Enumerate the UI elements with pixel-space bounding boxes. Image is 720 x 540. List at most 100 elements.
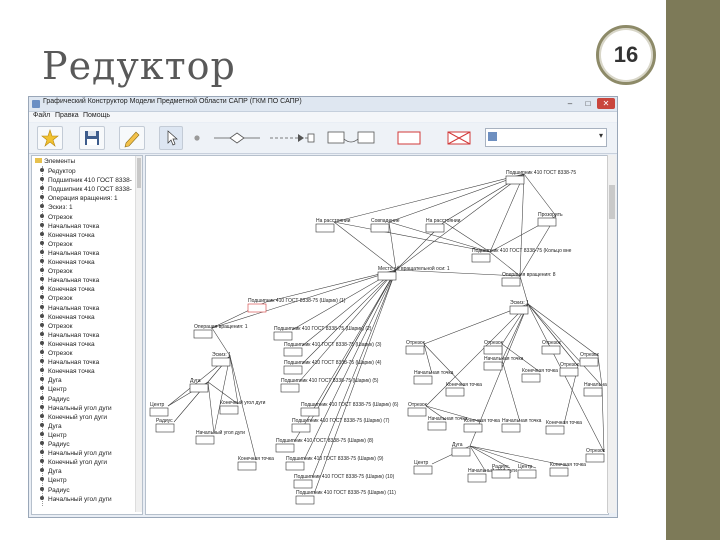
diagram-node-box[interactable] (559, 367, 579, 377)
diagram-node[interactable]: Конечная точка (521, 368, 558, 383)
tree-item[interactable]: Начальная точка (40, 359, 99, 368)
diagram-node[interactable]: Центр (149, 402, 169, 417)
tree-item[interactable]: Начальный угол дуги (40, 495, 112, 505)
diagram-connector[interactable] (213, 355, 231, 435)
tree-item[interactable]: Начальная точка (40, 331, 99, 341)
tree-scrollbar[interactable] (135, 156, 142, 512)
diagram-node[interactable]: На расстоянии (425, 218, 461, 233)
diagram-node-box[interactable] (471, 253, 491, 263)
tree-item[interactable]: Начальная точка (40, 304, 99, 314)
diagram-connector[interactable] (523, 173, 557, 217)
diagram-node[interactable]: Отрезок (483, 340, 504, 355)
diagram-node[interactable]: Подшипник 410 ГОСТ 8338-75 (Шарик) (8) (275, 438, 374, 453)
diagram-node[interactable]: Подшипник 410 ГОСТ 8338-75 (Шарик) (4) (283, 360, 382, 375)
diagram-node[interactable]: Прозорить (537, 212, 563, 227)
shape-connector-button[interactable] (325, 126, 379, 150)
tree-item[interactable]: Начальный угол дуги (40, 450, 112, 459)
diagram-node-box[interactable] (537, 217, 557, 227)
diagram-node-box[interactable] (275, 443, 295, 453)
close-button[interactable]: ✕ (597, 98, 615, 109)
diagram-node[interactable]: Операция вращения: 8 (501, 272, 556, 287)
tree-item[interactable]: Конечная точка (40, 340, 95, 350)
diagram-node-box[interactable] (451, 447, 471, 457)
diagram-node-box[interactable] (195, 435, 215, 445)
dot-button[interactable] (185, 126, 209, 150)
maximize-button[interactable]: □ (581, 98, 595, 109)
diagram-node-box[interactable] (155, 423, 175, 433)
diagram-node-box[interactable] (273, 331, 293, 341)
diagram-connector[interactable] (425, 303, 529, 407)
diagram-node-box[interactable] (509, 305, 529, 315)
diagram-node[interactable]: Центр (413, 460, 433, 475)
diagram-node-box[interactable] (483, 361, 503, 371)
diagram-node[interactable]: Место об вращательной оси: 1 (377, 265, 450, 281)
diagram-node-box[interactable] (405, 345, 425, 355)
diagram-node[interactable]: Операция вращения: 1 (193, 324, 248, 339)
diagram-node-box[interactable] (295, 495, 315, 505)
diagram-node-box[interactable] (189, 383, 209, 393)
diagram-node[interactable]: Радиус (155, 418, 175, 433)
diagram-node-box[interactable] (377, 271, 397, 281)
diagram-node[interactable]: Конечная точка (237, 456, 274, 471)
diagram-node[interactable]: Подшипник 410 ГОСТ 8338-75 (Шарик) (10) (293, 474, 395, 489)
minimize-button[interactable]: – (563, 98, 577, 109)
diagram-node[interactable]: Конечная точка (445, 382, 482, 397)
diagram-node[interactable]: Центр (517, 464, 537, 479)
diagram-connector[interactable] (388, 221, 397, 271)
diagram-node-box[interactable] (427, 421, 447, 431)
diagram-node[interactable]: Отрезок (541, 340, 562, 355)
diagram-node[interactable]: Подшипник 410 ГОСТ 8338-75 (Шарик) (9) (285, 456, 384, 471)
diamond-line-button[interactable] (211, 126, 263, 150)
diagram-node[interactable]: На расстоянии (315, 218, 351, 233)
wand-button[interactable] (37, 126, 63, 150)
diagram-connector[interactable] (489, 173, 525, 253)
diagram-node-box[interactable] (521, 373, 541, 383)
tree-item[interactable]: Радиус (40, 441, 70, 450)
diagram-node-box[interactable] (247, 303, 267, 313)
tree-item[interactable]: Отрезок (40, 240, 73, 250)
diagram-node[interactable]: Эскиз: 1 (211, 352, 231, 367)
tree-item[interactable]: Начальная точка (40, 277, 99, 286)
diagram-node[interactable]: Отрезок (405, 340, 426, 355)
diagram-node-box[interactable] (280, 383, 300, 393)
tree-root[interactable]: Элементы (35, 158, 75, 167)
diagram-node-box[interactable] (583, 387, 603, 397)
diagram-node-box[interactable] (293, 479, 313, 489)
diagram-node-box[interactable] (491, 469, 511, 479)
menu-file[interactable]: Файл (33, 112, 50, 119)
tree-item[interactable]: Центр (40, 477, 67, 486)
diagram-node-box[interactable] (285, 461, 305, 471)
diagram-node-box[interactable] (300, 407, 320, 417)
diagram-node-box[interactable] (370, 223, 390, 233)
tree-item[interactable]: Конечная точка (40, 286, 95, 295)
save-button[interactable] (79, 126, 105, 150)
diagram-node-box[interactable] (501, 423, 521, 433)
diagram-connector[interactable] (501, 359, 521, 423)
pointer-button[interactable] (159, 126, 183, 150)
tree-item[interactable]: Отрезок (40, 295, 73, 304)
tree-item[interactable]: Радиус (40, 395, 70, 405)
canvas-scroll-thumb[interactable] (609, 185, 615, 219)
diagram-node[interactable]: Отрезок (559, 362, 580, 377)
arrow-connector-button[interactable] (267, 126, 319, 150)
diagram-node[interactable]: Отрезок (585, 448, 606, 463)
diagram-node-box[interactable] (545, 425, 565, 435)
diagram-node[interactable]: Начальный угол дуги (195, 429, 245, 445)
menu-edit[interactable]: Правка (55, 112, 79, 119)
diagram-node[interactable]: Начальная точка (501, 418, 542, 433)
diagram-node[interactable]: Дуга (189, 378, 209, 393)
diagram-node-box[interactable] (291, 423, 311, 433)
tree-item[interactable]: Отрезок (40, 350, 73, 359)
diagram-node[interactable]: Конечная точка (549, 462, 586, 477)
tree-item[interactable]: Операция вращения: 1 (40, 195, 118, 204)
diagram-node[interactable]: Подшипник 410 ГОСТ 8338-75 (Шарик) (2) (273, 326, 372, 341)
element-tree[interactable]: Элементы Редуктор Подшипник 410 ГОСТ 8338… (31, 155, 143, 515)
tree-item[interactable]: Подшипник 410 ГОСТ 8338- (40, 177, 132, 186)
diagram-node-box[interactable] (517, 469, 537, 479)
tree-item[interactable]: Дуга (40, 377, 62, 386)
diagram-node-box[interactable] (483, 345, 503, 355)
diagram-node-box[interactable] (585, 453, 605, 463)
diagram-node-box[interactable] (219, 405, 239, 415)
diagram-node-box[interactable] (413, 375, 433, 385)
tree-item[interactable]: Конечный угол дуги (40, 459, 107, 468)
